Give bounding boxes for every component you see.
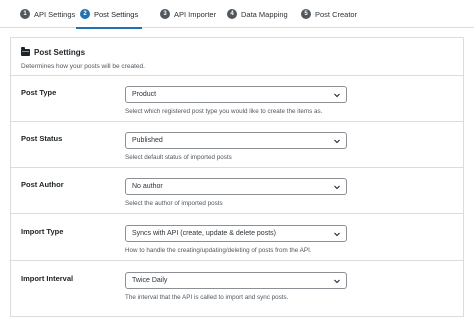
post-type-row: Post Type Product Select which registere… xyxy=(11,76,463,122)
post-status-help: Select default status of imported posts xyxy=(125,154,232,161)
chevron-down-icon xyxy=(334,93,340,98)
post-status-label: Post Status xyxy=(21,134,63,143)
post-status-select[interactable]: Published xyxy=(125,132,347,149)
tab-label: API Importer xyxy=(174,9,217,19)
tab-api-importer[interactable]: 3 API Importer xyxy=(160,0,216,28)
select-value: Twice Daily xyxy=(132,277,168,284)
import-type-select[interactable]: Syncs with API (create, update & delete … xyxy=(125,225,347,242)
post-type-select[interactable]: Product xyxy=(125,86,347,103)
select-value: No author xyxy=(132,183,163,190)
folder-icon xyxy=(21,47,30,56)
chevron-down-icon xyxy=(334,232,340,237)
post-status-row: Post Status Published Select default sta… xyxy=(11,122,463,168)
step-number-badge: 2 xyxy=(80,9,90,19)
select-value: Syncs with API (create, update & delete … xyxy=(132,230,276,237)
post-author-select[interactable]: No author xyxy=(125,178,347,195)
import-interval-label: Import Interval xyxy=(21,274,74,283)
tab-data-mapping[interactable]: 4 Data Mapping xyxy=(227,0,288,28)
tab-post-creator[interactable]: 5 Post Creator xyxy=(301,0,357,28)
tab-post-settings[interactable]: 2 Post Settings xyxy=(76,0,143,29)
step-number-badge: 4 xyxy=(227,9,237,19)
post-author-help: Select the author of imported posts xyxy=(125,200,223,207)
import-interval-row: Import Interval Twice Daily The interval… xyxy=(11,262,463,318)
tab-label: Post Settings xyxy=(94,9,139,19)
post-type-label: Post Type xyxy=(21,88,57,97)
import-interval-help: The interval that the API is called to i… xyxy=(125,294,289,301)
tab-label: Data Mapping xyxy=(241,9,288,19)
step-number-badge: 5 xyxy=(301,9,311,19)
panel-description: Determines how your posts will be create… xyxy=(21,63,145,70)
import-type-help: How to handle the creating/updating/dele… xyxy=(125,247,312,254)
chevron-down-icon xyxy=(334,139,340,144)
tab-api-settings[interactable]: 1 API Settings xyxy=(20,0,75,28)
import-type-row: Import Type Syncs with API (create, upda… xyxy=(11,215,463,261)
post-author-label: Post Author xyxy=(21,180,64,189)
post-author-row: Post Author No author Select the author … xyxy=(11,168,463,214)
step-number-badge: 3 xyxy=(160,9,170,19)
step-number-badge: 1 xyxy=(20,9,30,19)
chevron-down-icon xyxy=(334,279,340,284)
chevron-down-icon xyxy=(334,185,340,190)
panel-header: Post Settings Determines how your posts … xyxy=(11,38,463,76)
post-type-help: Select which registered post type you wo… xyxy=(125,108,323,115)
select-value: Product xyxy=(132,91,157,98)
select-value: Published xyxy=(132,137,163,144)
post-settings-panel: Post Settings Determines how your posts … xyxy=(10,37,464,317)
import-type-label: Import Type xyxy=(21,227,64,236)
tab-label: Post Creator xyxy=(315,9,358,19)
panel-title: Post Settings xyxy=(21,47,86,57)
panel-title-text: Post Settings xyxy=(34,48,86,57)
import-interval-select[interactable]: Twice Daily xyxy=(125,272,347,289)
tab-label: API Settings xyxy=(34,9,76,19)
settings-tabs: 1 API Settings 2 Post Settings 3 API Imp… xyxy=(0,0,474,29)
